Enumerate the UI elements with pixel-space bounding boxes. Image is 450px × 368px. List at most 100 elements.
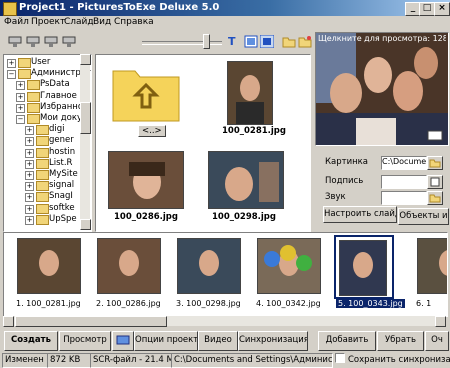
edit-text-icon[interactable] <box>427 175 443 189</box>
tree-item-label: MySite <box>49 169 78 179</box>
parent-folder-label[interactable]: <..> <box>138 125 166 137</box>
thumbnail-100-0286[interactable] <box>108 151 184 209</box>
slide-timeline[interactable]: 1. 100_0281.jpg 2. 100_0286.jpg 3. 100_029… <box>3 232 448 317</box>
tree-expander[interactable]: − <box>16 115 25 124</box>
save-sync-checkbox[interactable]: Сохранить синхронизацию <box>333 353 450 366</box>
tree-expander[interactable]: + <box>25 126 34 136</box>
folder-icon <box>36 136 49 147</box>
picture-label: Картинка <box>325 157 369 167</box>
tree-expander[interactable]: + <box>25 171 34 180</box>
network-drive-icon[interactable] <box>44 35 58 48</box>
add-button[interactable]: Добавить <box>318 331 376 351</box>
toolbar: T <box>0 30 315 54</box>
slide-thumbnail <box>339 240 387 296</box>
timeline-slide[interactable] <box>94 235 164 295</box>
tree-expander[interactable]: + <box>25 193 34 203</box>
sound-label: Звук <box>325 192 346 202</box>
tree-expander[interactable]: − <box>7 70 16 80</box>
tree-expander[interactable]: + <box>25 204 34 214</box>
synchronization-button[interactable]: Синхронизация <box>238 331 308 351</box>
tree-item-label: User <box>31 57 51 67</box>
tab-slide-settings[interactable]: Настроить слайд <box>323 206 397 223</box>
remove-button[interactable]: Убрать <box>377 331 424 351</box>
timeline-caption: 6. 1 <box>416 299 432 308</box>
maximize-button[interactable]: □ <box>419 2 435 16</box>
tree-item-label: softke <box>49 202 75 213</box>
menu-file[interactable]: Файл <box>4 17 29 27</box>
slideshow-icon[interactable] <box>112 331 134 351</box>
tree-expander[interactable]: + <box>25 148 34 158</box>
menu-help[interactable]: Справка <box>114 17 154 27</box>
tree-expander[interactable]: + <box>16 103 25 113</box>
timeline-scrollbar[interactable] <box>3 316 446 327</box>
timeline-slide[interactable] <box>334 235 394 299</box>
network-drive-icon[interactable] <box>8 35 22 48</box>
timeline-slide[interactable] <box>14 235 84 295</box>
menu-slide[interactable]: Слайд <box>64 17 94 27</box>
sound-field[interactable] <box>381 191 427 205</box>
preview-button[interactable]: Просмотр <box>59 331 111 351</box>
tab-objects[interactable]: Объекты и <box>398 208 449 225</box>
preview-image <box>316 33 448 145</box>
timeline-slide[interactable] <box>254 235 324 295</box>
video-button[interactable]: Видео <box>198 331 238 351</box>
title-bar[interactable]: Project1 - PicturesToExe Deluxe 5.0 _ □ … <box>0 0 450 16</box>
tree-item-label: hostin <box>49 146 76 157</box>
network-drive-icon[interactable] <box>62 35 76 48</box>
browse-folder-icon[interactable] <box>427 156 443 170</box>
timeline-slide[interactable] <box>414 235 447 295</box>
file-name: 100_0281.jpg <box>222 126 286 136</box>
thumbnail-100-0298[interactable] <box>208 151 284 209</box>
browse-folder-icon[interactable] <box>427 191 443 205</box>
tree-expander[interactable]: + <box>25 137 34 147</box>
checkbox[interactable] <box>335 353 345 363</box>
new-folder-icon[interactable] <box>298 35 312 48</box>
tree-expander[interactable]: + <box>25 182 34 192</box>
tree-expander[interactable]: + <box>25 159 34 169</box>
status-modified: Изменен <box>2 353 48 368</box>
tree-scrollbar[interactable] <box>80 54 91 230</box>
create-button[interactable]: Создать <box>4 331 58 351</box>
status-size: 872 KB <box>47 353 91 368</box>
caption-field[interactable] <box>381 175 427 189</box>
picture-path-field[interactable]: C:\Documer <box>381 156 427 170</box>
tree-item-label: digi <box>49 124 65 135</box>
file-grid[interactable]: <..> 100_0281.jpg 100_0286.jpg 100_0298.… <box>95 54 311 232</box>
slide-thumbnail <box>177 238 241 294</box>
folder-icon[interactable] <box>282 35 296 48</box>
tree-expander[interactable]: + <box>25 215 34 225</box>
folder-tree[interactable]: + User − Администрат + PsData + Главное м + Избра… <box>3 54 92 232</box>
large-thumbnails-icon[interactable] <box>260 35 274 48</box>
thumbnail-size-slider[interactable] <box>142 41 222 45</box>
project-options-button[interactable]: Опции проекта <box>134 331 198 351</box>
timeline-caption: 1. 100_0281.jpg <box>16 299 81 308</box>
timeline-scroll-thumb[interactable] <box>15 316 167 327</box>
folder-icon <box>36 181 49 192</box>
window-title: Project1 - PicturesToExe Deluxe 5.0 <box>19 2 220 13</box>
folder-icon <box>27 91 40 102</box>
tree-expander[interactable]: + <box>16 81 25 91</box>
status-path: C:\Documents and Settings\Администратор <box>171 353 333 368</box>
menu-project[interactable]: Проект <box>31 17 65 27</box>
folder-up-icon[interactable] <box>111 63 181 123</box>
slide-preview[interactable] <box>315 32 449 146</box>
network-drive-icon[interactable] <box>26 35 40 48</box>
tree-item-label: List.R <box>49 157 73 168</box>
thumbnail-100-0281[interactable] <box>227 61 273 125</box>
folder-icon <box>36 158 49 169</box>
timeline-slide[interactable] <box>174 235 244 295</box>
clear-button[interactable]: Оч <box>425 331 449 351</box>
text-view-icon[interactable]: T <box>228 35 242 48</box>
menu-bar: Файл Проект Слайд Вид Справка <box>0 16 450 30</box>
menu-view[interactable]: Вид <box>93 17 111 27</box>
folder-icon <box>36 147 49 158</box>
tree-expander[interactable]: + <box>16 92 25 102</box>
tree-expander[interactable]: + <box>7 59 16 68</box>
thumbnails-view-icon[interactable] <box>244 35 258 48</box>
slide-thumbnail <box>417 238 447 294</box>
slider-thumb[interactable] <box>203 34 210 49</box>
tree-scroll-thumb[interactable] <box>80 102 91 134</box>
tree-item-label: gener <box>49 135 74 146</box>
close-button[interactable]: × <box>434 2 450 16</box>
caption-label: Подпись <box>325 176 364 186</box>
